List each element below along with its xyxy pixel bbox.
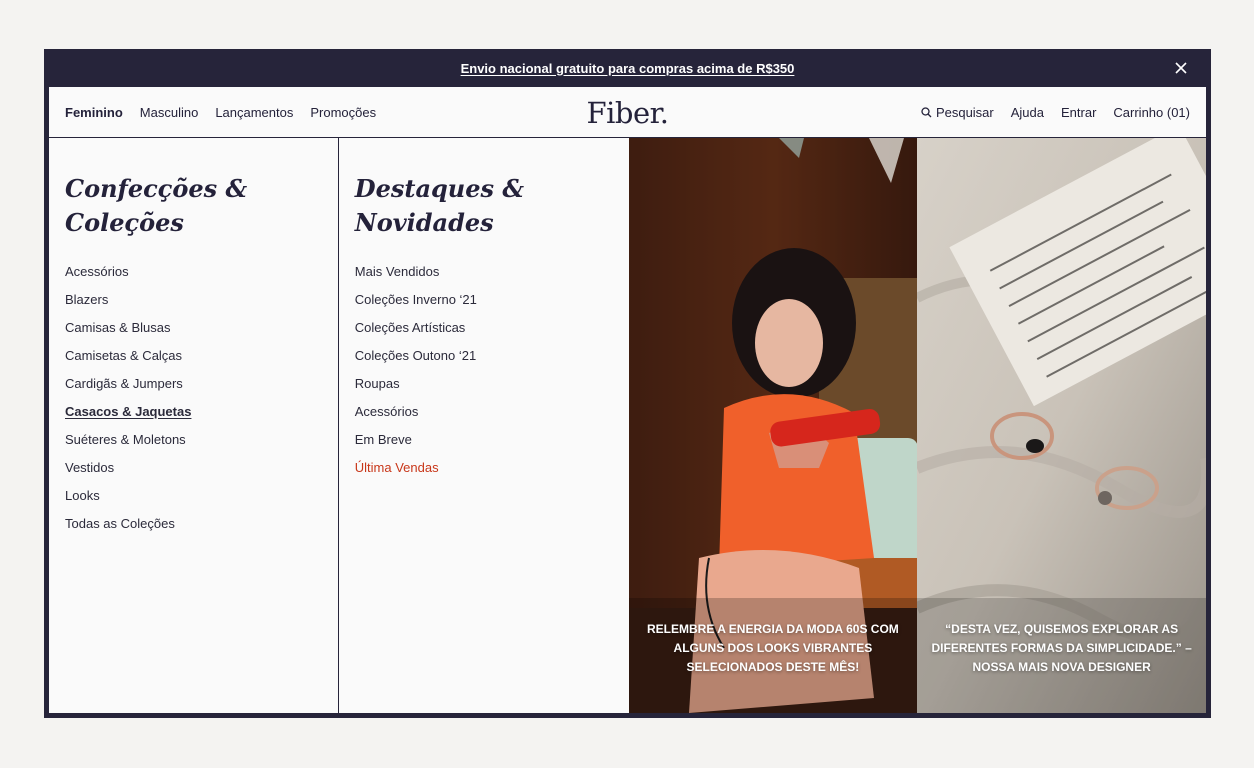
menu-item-outono[interactable]: Coleções Outono ‘21 bbox=[355, 342, 613, 370]
collections-list: Acessórios Blazers Camisas & Blusas Cami… bbox=[65, 258, 322, 538]
announcement-bar: Envio nacional gratuito para compras aci… bbox=[49, 49, 1206, 87]
menu-item-looks[interactable]: Looks bbox=[65, 482, 322, 510]
search-label: Pesquisar bbox=[935, 104, 994, 120]
menu-item-roupas[interactable]: Roupas bbox=[355, 370, 613, 398]
menu-item-inverno[interactable]: Coleções Inverno ‘21 bbox=[355, 286, 613, 314]
nav-item-lancamentos[interactable]: Lançamentos bbox=[215, 105, 293, 120]
menu-item-ultima-vendas[interactable]: Última Vendas bbox=[355, 454, 613, 482]
promo-card-fashion[interactable]: RELEMBRE A ENERGIA DA MODA 60S COM ALGUN… bbox=[628, 138, 918, 713]
menu-item-acessorios-2[interactable]: Acessórios bbox=[355, 398, 613, 426]
menu-item-cardigas[interactable]: Cardigãs & Jumpers bbox=[65, 370, 322, 398]
menu-item-em-breve[interactable]: Em Breve bbox=[355, 426, 613, 454]
collections-column: Confecções & Coleções Acessórios Blazers… bbox=[49, 138, 339, 713]
collections-title: Confecções & Coleções bbox=[65, 174, 248, 237]
promo-caption-jewelry: “DESTA VEZ, QUISEMOS EXPLORAR AS DIFEREN… bbox=[931, 622, 1192, 674]
menu-item-todas-colecoes[interactable]: Todas as Coleções bbox=[65, 510, 322, 538]
nav-item-promocoes[interactable]: Promoções bbox=[310, 105, 376, 120]
page-body: Feminino Masculino Lançamentos Promoções… bbox=[49, 87, 1206, 713]
nav-categories: Feminino Masculino Lançamentos Promoções bbox=[65, 105, 376, 120]
menu-item-camisetas[interactable]: Camisetas & Calças bbox=[65, 342, 322, 370]
login-link[interactable]: Entrar bbox=[1061, 105, 1096, 120]
search-icon bbox=[921, 106, 932, 117]
menu-item-mais-vendidos[interactable]: Mais Vendidos bbox=[355, 258, 613, 286]
menu-item-blazers[interactable]: Blazers bbox=[65, 286, 322, 314]
browser-frame: Envio nacional gratuito para compras aci… bbox=[44, 49, 1211, 718]
highlights-column: Destaques & Novidades Mais Vendidos Cole… bbox=[338, 138, 629, 713]
menu-item-camisas[interactable]: Camisas & Blusas bbox=[65, 314, 322, 342]
search-button[interactable]: Pesquisar bbox=[921, 105, 994, 120]
highlights-title: Destaques & Novidades bbox=[354, 174, 525, 237]
announcement-link[interactable]: Envio nacional gratuito para compras aci… bbox=[461, 61, 795, 76]
close-icon[interactable] bbox=[1174, 61, 1188, 75]
help-link[interactable]: Ajuda bbox=[1011, 105, 1044, 120]
promo-card-jewelry[interactable]: “DESTA VEZ, QUISEMOS EXPLORAR AS DIFEREN… bbox=[917, 138, 1206, 713]
nav-item-masculino[interactable]: Masculino bbox=[140, 105, 199, 120]
mega-menu: Confecções & Coleções Acessórios Blazers… bbox=[49, 138, 1206, 713]
cart-link[interactable]: Carrinho (01) bbox=[1113, 105, 1190, 120]
menu-item-acessorios[interactable]: Acessórios bbox=[65, 258, 322, 286]
brand-logo[interactable]: Fiber. bbox=[586, 96, 669, 130]
highlights-list: Mais Vendidos Coleções Inverno ‘21 Coleç… bbox=[355, 258, 613, 482]
promo-caption-fashion: RELEMBRE A ENERGIA DA MODA 60S COM ALGUN… bbox=[647, 622, 899, 674]
menu-item-vestidos[interactable]: Vestidos bbox=[65, 454, 322, 482]
menu-item-sueteres[interactable]: Suéteres & Moletons bbox=[65, 426, 322, 454]
nav-utilities: Pesquisar Ajuda Entrar Carrinho (01) bbox=[921, 105, 1190, 120]
nav-item-feminino[interactable]: Feminino bbox=[65, 105, 123, 120]
main-nav: Feminino Masculino Lançamentos Promoções… bbox=[49, 87, 1206, 138]
menu-item-artisticas[interactable]: Coleções Artísticas bbox=[355, 314, 613, 342]
menu-item-casacos[interactable]: Casacos & Jaquetas bbox=[65, 398, 322, 426]
